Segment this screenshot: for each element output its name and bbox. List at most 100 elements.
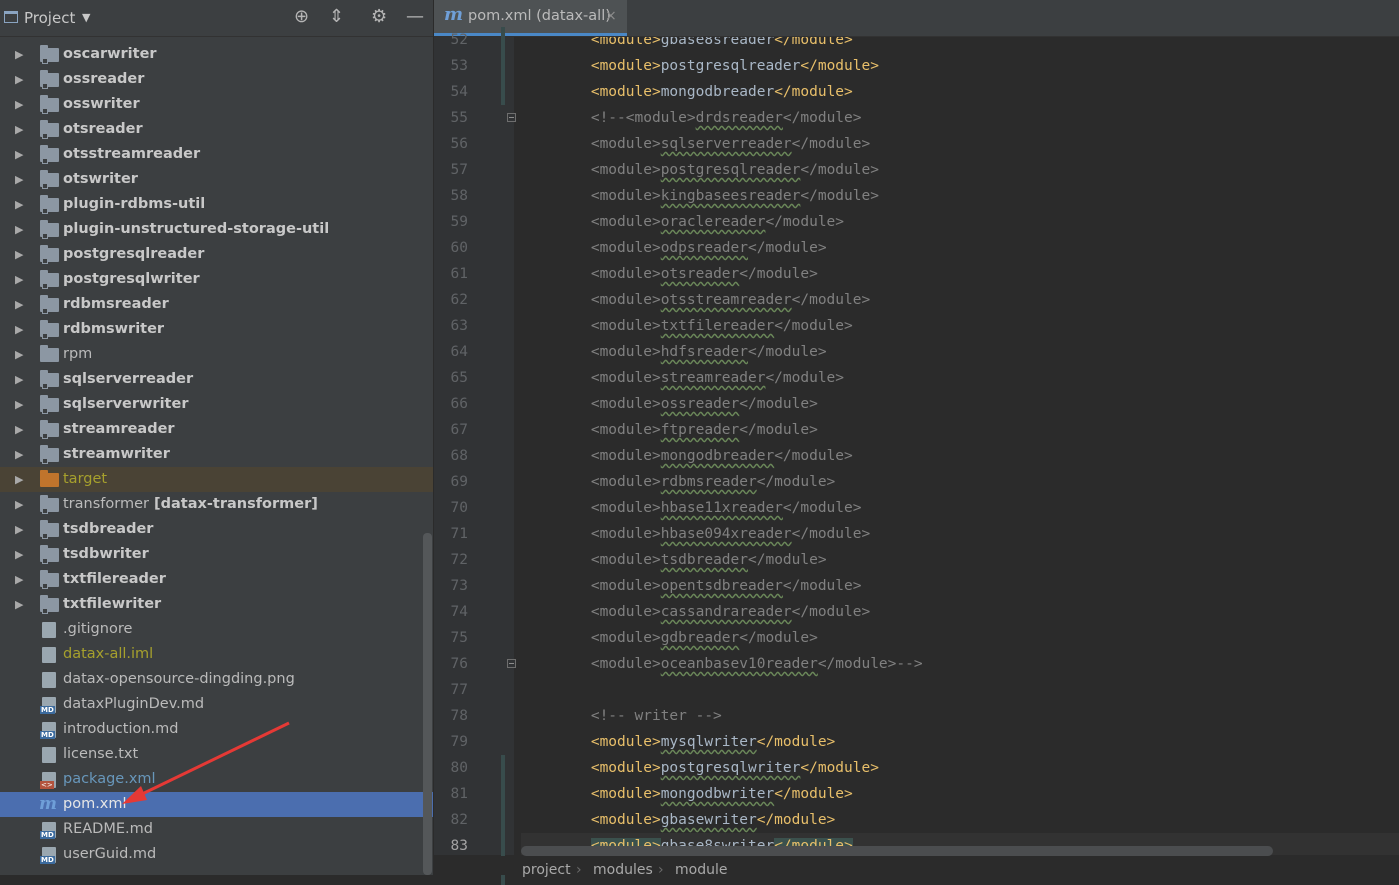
code-line[interactable]: <module>sqlserverreader</module> [521, 131, 1399, 157]
code-line[interactable]: <module>postgresqlreader</module> [521, 53, 1399, 79]
code-line[interactable] [521, 677, 1399, 703]
expand-arrow-icon[interactable]: ▶ [15, 342, 23, 367]
tree-item[interactable]: dataxPluginDev.md [0, 692, 433, 717]
expand-arrow-icon[interactable]: ▶ [15, 492, 23, 517]
expand-arrow-icon[interactable]: ▶ [15, 317, 23, 342]
code-line[interactable]: <module>gdbreader</module> [521, 625, 1399, 651]
expand-arrow-icon[interactable]: ▶ [15, 217, 23, 242]
tree-item[interactable]: ▶ otsstreamreader [0, 142, 433, 167]
tree-item[interactable]: ▶ transformer [datax-transformer] [0, 492, 433, 517]
tree-item[interactable]: ▶ streamreader [0, 417, 433, 442]
tree-item[interactable]: ▶ otsreader [0, 117, 433, 142]
minimize-icon[interactable]: — [406, 7, 424, 27]
tree-item[interactable]: ▶ postgresqlreader [0, 242, 433, 267]
code-line[interactable]: <module>mysqlwriter</module> [521, 729, 1399, 755]
expand-arrow-icon[interactable]: ▶ [15, 567, 23, 592]
tree-item[interactable]: package.xml [0, 767, 433, 792]
code-line[interactable]: <module>hbase11xreader</module> [521, 495, 1399, 521]
tree-item[interactable]: ▶ rdbmsreader [0, 292, 433, 317]
code-line[interactable]: <module>gbasewriter</module> [521, 807, 1399, 833]
fold-toggle-icon[interactable] [507, 659, 516, 668]
expand-arrow-icon[interactable]: ▶ [15, 467, 23, 492]
tree-item[interactable]: m pom.xml [0, 792, 433, 817]
expand-arrow-icon[interactable]: ▶ [15, 192, 23, 217]
tree-item[interactable]: ▶ tsdbreader [0, 517, 433, 542]
code-line[interactable]: <!--<module>drdsreader</module> [521, 105, 1399, 131]
breadcrumb-item[interactable]: module [675, 856, 727, 884]
tree-item[interactable]: datax-all.iml [0, 642, 433, 667]
tree-item[interactable]: ▶ ossreader [0, 67, 433, 92]
expand-arrow-icon[interactable]: ▶ [15, 292, 23, 317]
tree-item[interactable]: userGuid.md [0, 842, 433, 867]
expand-arrow-icon[interactable]: ▶ [15, 142, 23, 167]
close-icon[interactable]: × [605, 8, 617, 24]
expand-arrow-icon[interactable]: ▶ [15, 67, 23, 92]
code-line[interactable]: <module>otsstreamreader</module> [521, 287, 1399, 313]
expand-arrow-icon[interactable]: ▶ [15, 442, 23, 467]
expand-arrow-icon[interactable]: ▶ [15, 417, 23, 442]
code-line[interactable]: <module>postgresqlwriter</module> [521, 755, 1399, 781]
code-line[interactable]: <module>ftpreader</module> [521, 417, 1399, 443]
tree-item[interactable]: license.txt [0, 742, 433, 767]
fold-toggle-icon[interactable] [507, 113, 516, 122]
expand-arrow-icon[interactable]: ▶ [15, 117, 23, 142]
code-line[interactable]: <module>tsdbreader</module> [521, 547, 1399, 573]
breadcrumb-item[interactable]: modules [593, 856, 653, 884]
tree-item[interactable]: ▶ postgresqlwriter [0, 267, 433, 292]
code-line[interactable]: <module>oceanbasev10reader</module>--> [521, 651, 1399, 677]
tree-item[interactable]: ▶ plugin-rdbms-util [0, 192, 433, 217]
code-line[interactable]: <module>mongodbwriter</module> [521, 781, 1399, 807]
collapse-all-icon[interactable]: ⇕ [329, 7, 344, 27]
tree-item[interactable]: .gitignore [0, 617, 433, 642]
code-line[interactable]: <module>oraclereader</module> [521, 209, 1399, 235]
tree-item[interactable]: ▶ sqlserverreader [0, 367, 433, 392]
code-line[interactable]: <module>hdfsreader</module> [521, 339, 1399, 365]
code-line[interactable]: <module>hbase094xreader</module> [521, 521, 1399, 547]
expand-arrow-icon[interactable]: ▶ [15, 592, 23, 617]
code-line[interactable]: <module>otsreader</module> [521, 261, 1399, 287]
expand-arrow-icon[interactable]: ▶ [15, 542, 23, 567]
tree-item[interactable]: ▶ plugin-unstructured-storage-util [0, 217, 433, 242]
tree-item[interactable]: ▶ osswriter [0, 92, 433, 117]
expand-arrow-icon[interactable]: ▶ [15, 517, 23, 542]
tree-item[interactable]: ▶ txtfilewriter [0, 592, 433, 617]
code-line[interactable]: <!-- writer --> [521, 703, 1399, 729]
horizontal-scrollbar[interactable] [521, 846, 1273, 856]
gear-icon[interactable]: ⚙ [371, 7, 387, 27]
breadcrumb-item[interactable]: project [522, 856, 571, 884]
project-view-selector[interactable]: Project [24, 9, 75, 27]
tree-scrollbar[interactable] [423, 533, 432, 875]
expand-arrow-icon[interactable]: ▶ [15, 242, 23, 267]
code-line[interactable]: <module>postgresqlreader</module> [521, 157, 1399, 183]
tree-item[interactable]: ▶ sqlserverwriter [0, 392, 433, 417]
chevron-down-icon[interactable]: ▼ [82, 11, 90, 24]
tree-item[interactable]: ▶ tsdbwriter [0, 542, 433, 567]
tree-item[interactable]: ▶ otswriter [0, 167, 433, 192]
tree-item[interactable]: ▶ oscarwriter [0, 42, 433, 67]
code-line[interactable]: <module>kingbaseesreader</module> [521, 183, 1399, 209]
code-line[interactable]: <module>ossreader</module> [521, 391, 1399, 417]
code-line[interactable]: <module>streamreader</module> [521, 365, 1399, 391]
tree-item[interactable]: README.md [0, 817, 433, 842]
expand-arrow-icon[interactable]: ▶ [15, 267, 23, 292]
tree-item[interactable]: ▶ rpm [0, 342, 433, 367]
expand-arrow-icon[interactable]: ▶ [15, 92, 23, 117]
code-line[interactable]: <module>rdbmsreader</module> [521, 469, 1399, 495]
expand-arrow-icon[interactable]: ▶ [15, 167, 23, 192]
expand-arrow-icon[interactable]: ▶ [15, 367, 23, 392]
tree-item[interactable]: ▶ txtfilereader [0, 567, 433, 592]
expand-arrow-icon[interactable]: ▶ [15, 392, 23, 417]
code-line[interactable]: <module>txtfilereader</module> [521, 313, 1399, 339]
code-line[interactable]: <module>mongodbreader</module> [521, 443, 1399, 469]
code-line[interactable]: <module>gbase8sreader</module> [521, 37, 1399, 53]
tree-item[interactable]: datax-opensource-dingding.png [0, 667, 433, 692]
code-editor[interactable]: <module>gbase8sreader</module> <module>p… [521, 37, 1399, 855]
code-line[interactable]: <module>mongodbreader</module> [521, 79, 1399, 105]
code-line[interactable]: <module>odpsreader</module> [521, 235, 1399, 261]
tree-item[interactable]: ▶ streamwriter [0, 442, 433, 467]
code-line[interactable]: <module>cassandrareader</module> [521, 599, 1399, 625]
tree-item[interactable]: introduction.md [0, 717, 433, 742]
tree-item[interactable]: ▶ target [0, 467, 433, 492]
target-icon[interactable]: ⊕ [294, 7, 309, 27]
expand-arrow-icon[interactable]: ▶ [15, 42, 23, 67]
